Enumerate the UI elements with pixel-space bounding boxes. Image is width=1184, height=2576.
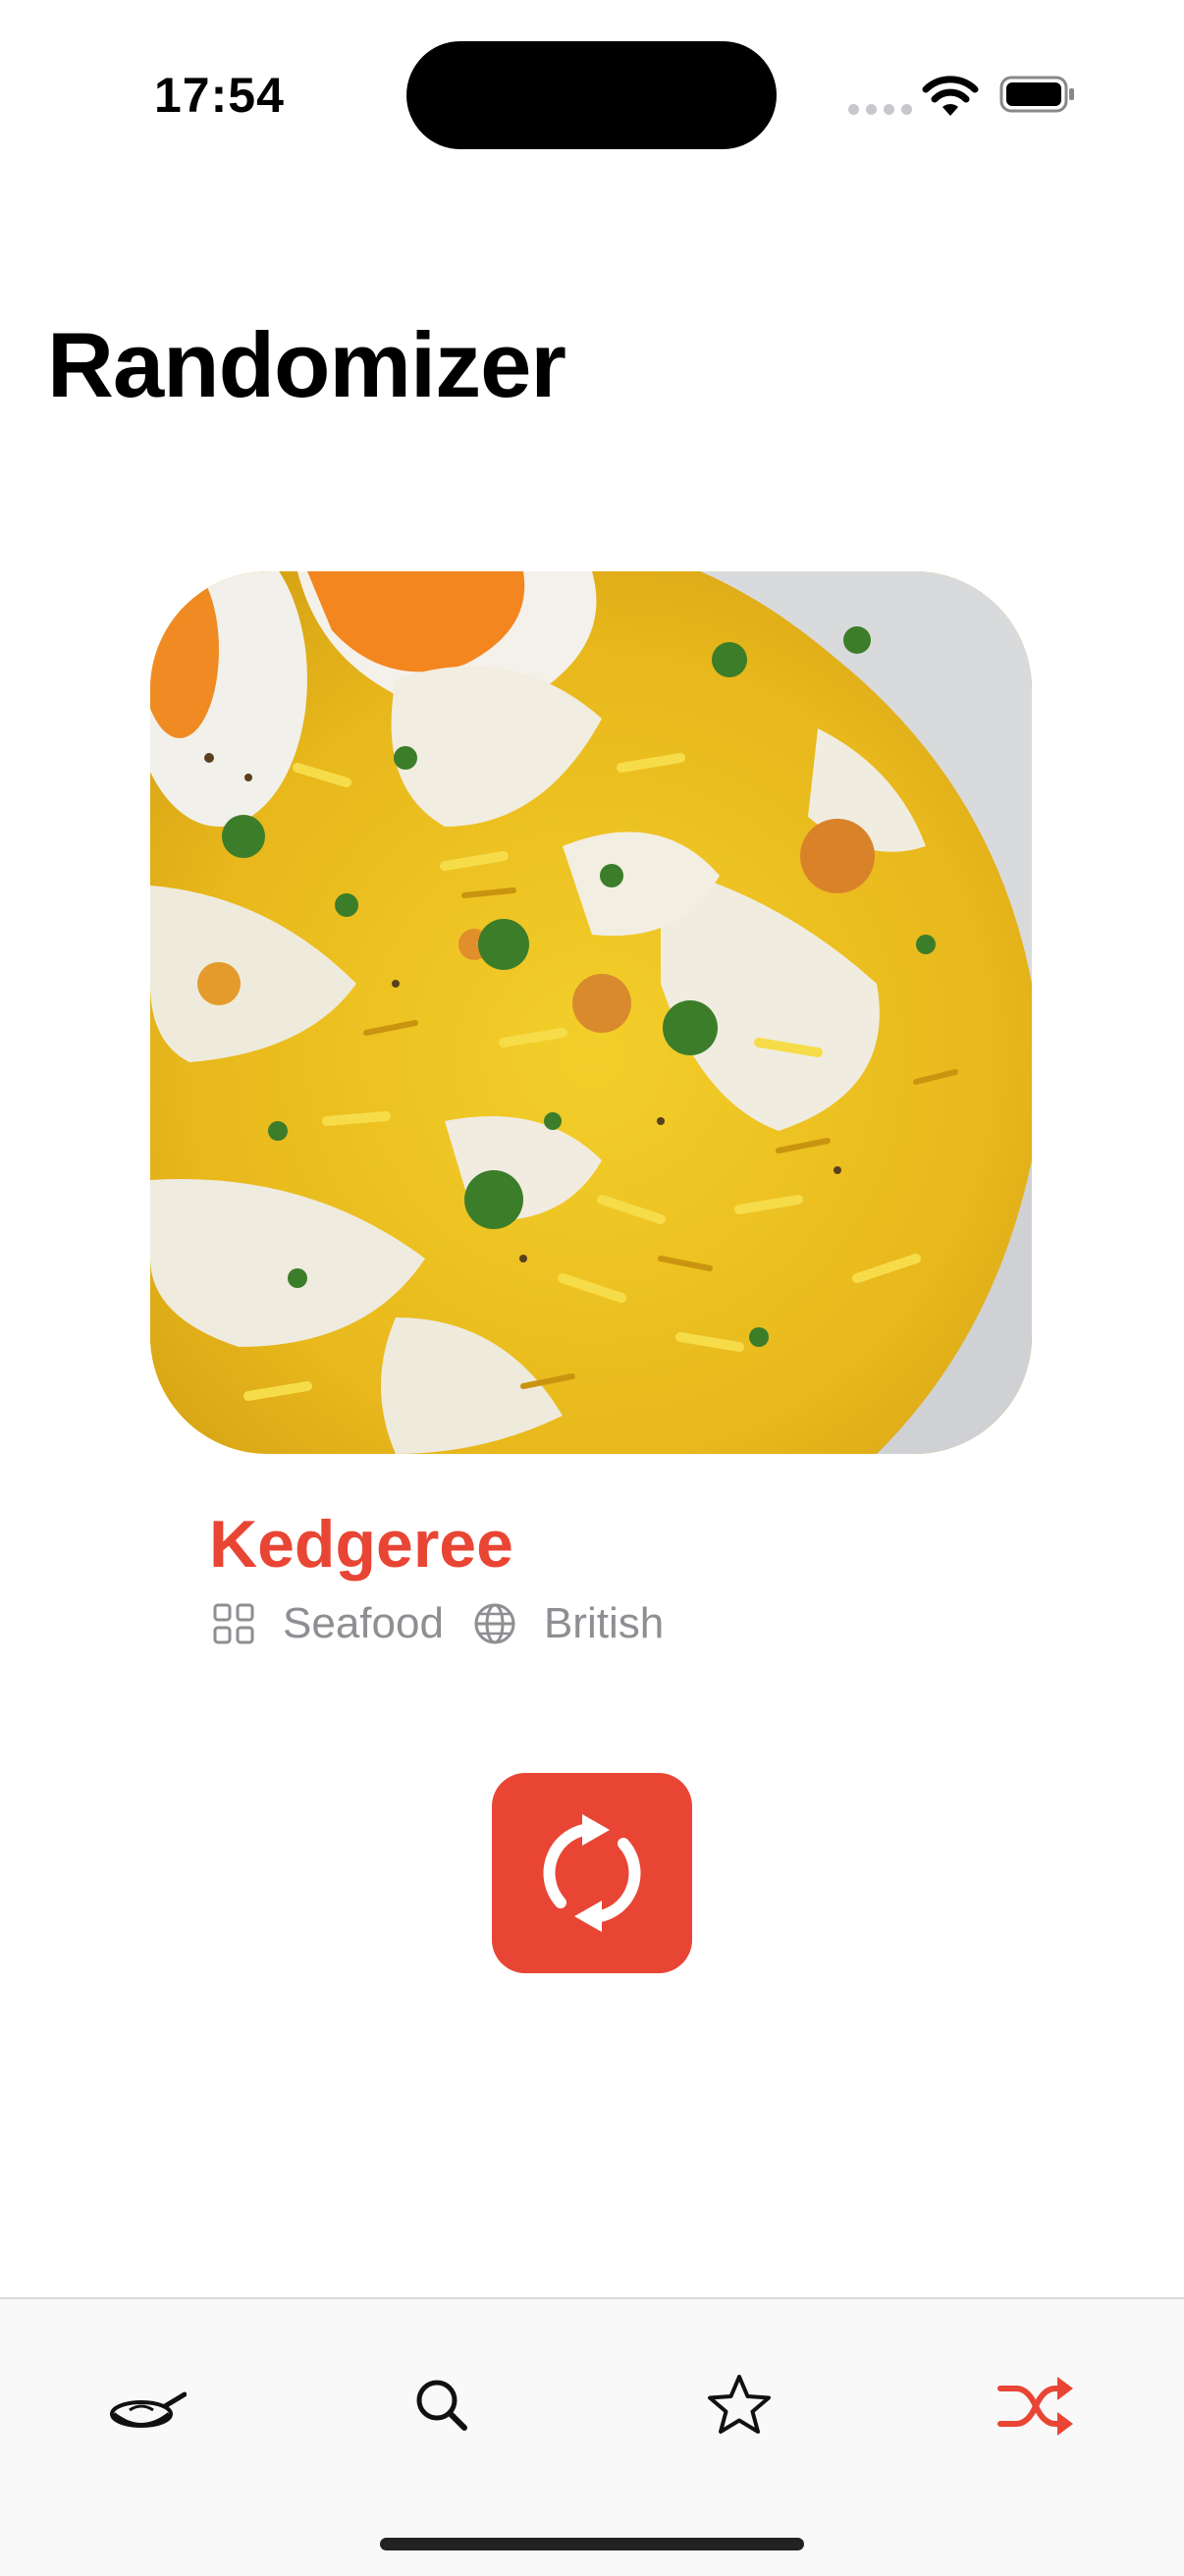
tab-favorites[interactable] bbox=[695, 2362, 783, 2450]
kedgeree-photo bbox=[150, 571, 1032, 1454]
refresh-button[interactable] bbox=[492, 1773, 692, 1973]
recipe-category: Seafood bbox=[283, 1599, 444, 1647]
page-title: Randomizer bbox=[47, 313, 566, 416]
recipe-image[interactable] bbox=[150, 571, 1032, 1454]
home-indicator bbox=[380, 2538, 804, 2550]
status-time: 17:54 bbox=[154, 68, 285, 123]
cellular-signal-icon bbox=[848, 104, 912, 115]
tab-search[interactable] bbox=[399, 2362, 487, 2450]
recipe-cuisine: British bbox=[543, 1599, 665, 1647]
category-grid-icon bbox=[213, 1603, 254, 1644]
wifi-icon bbox=[922, 76, 979, 116]
recipe-name[interactable]: Kedgeree bbox=[209, 1506, 513, 1583]
tab-bar bbox=[0, 2297, 1184, 2576]
recipe-meta: Seafood British bbox=[212, 1596, 664, 1651]
dynamic-island bbox=[406, 41, 777, 149]
battery-icon bbox=[999, 76, 1074, 113]
tab-recipes[interactable] bbox=[103, 2362, 191, 2450]
frying-pan-icon bbox=[110, 2391, 187, 2428]
search-icon bbox=[416, 2380, 467, 2431]
globe-icon bbox=[474, 1603, 515, 1644]
shuffle-icon bbox=[997, 2377, 1073, 2436]
tab-randomizer[interactable] bbox=[992, 2362, 1080, 2450]
star-icon bbox=[708, 2375, 771, 2434]
refresh-icon bbox=[543, 1814, 641, 1932]
